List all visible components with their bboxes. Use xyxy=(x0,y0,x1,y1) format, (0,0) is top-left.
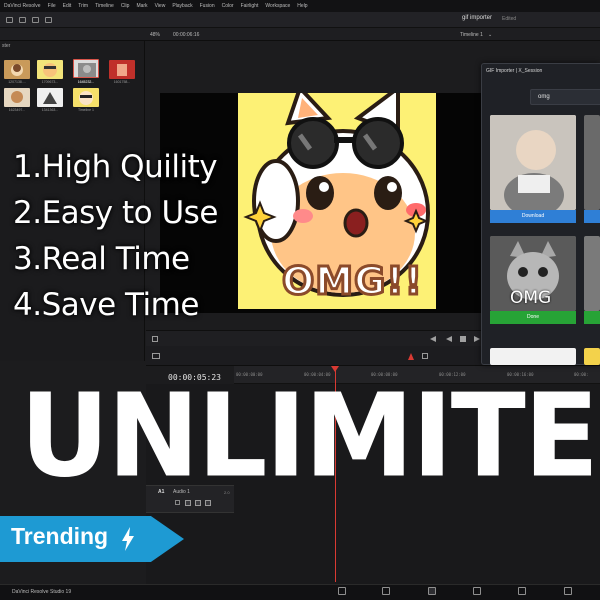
reverse-play-icon[interactable] xyxy=(446,336,452,342)
timeline-selector[interactable]: Timeline 1 xyxy=(460,32,483,38)
project-status: Edited xyxy=(502,16,517,22)
fusion-page-icon[interactable] xyxy=(473,587,481,595)
menu-fusion[interactable]: Fusion xyxy=(200,3,215,9)
gif-result-card[interactable]: OMG xyxy=(490,236,576,311)
color-page-icon[interactable] xyxy=(518,587,526,595)
chevron-down-icon[interactable]: ⌄ xyxy=(488,32,492,38)
fairlight-page-icon[interactable] xyxy=(564,587,572,595)
media-page-icon[interactable] xyxy=(338,587,346,595)
gif-result-card[interactable] xyxy=(584,115,600,210)
clip-label: Timeline 1 xyxy=(77,108,94,112)
gif-caption: OMG xyxy=(510,288,552,308)
headline-unlimited: UNLIMITED xyxy=(20,378,600,494)
jump-start-icon[interactable] xyxy=(430,336,436,342)
project-title: gif importer xyxy=(462,15,493,21)
thumbnail-image xyxy=(43,92,57,104)
app-version-label: DaVinci Resolve Studio 19 xyxy=(12,589,72,595)
page-navigation-bar xyxy=(0,584,600,600)
thumbnail-image xyxy=(11,91,23,103)
playhead-handle[interactable] xyxy=(331,366,339,372)
stop-icon[interactable] xyxy=(460,336,466,342)
menu-help[interactable]: Help xyxy=(297,3,307,9)
source-timecode: 00:00:06:16 xyxy=(173,32,200,38)
menu-bar: DaVinci Resolve File Edit Trim Timeline … xyxy=(0,0,600,12)
gif-result-card[interactable] xyxy=(584,236,600,311)
clip-label: 1645232... xyxy=(77,80,95,84)
done-button[interactable] xyxy=(584,311,600,324)
timeline-thumbnail[interactable] xyxy=(73,88,99,107)
zoom-level[interactable]: 48% xyxy=(150,32,160,38)
clip-label: 1709673... xyxy=(41,80,59,84)
thumbnail-image xyxy=(11,64,23,76)
clip-thumbnail[interactable] xyxy=(4,60,30,79)
thumbnail-image xyxy=(117,64,127,76)
edit-index-icon[interactable] xyxy=(32,16,39,23)
menu-trim[interactable]: Trim xyxy=(78,3,88,9)
clip-label: 1601758... xyxy=(113,80,131,84)
gif-result-card[interactable] xyxy=(490,115,576,210)
download-button[interactable] xyxy=(584,210,600,223)
clip-thumbnail[interactable] xyxy=(109,60,135,79)
ruler-label: 00:00:00:00 xyxy=(236,372,263,377)
download-button[interactable]: Download xyxy=(490,210,576,223)
media-pool-icon[interactable] xyxy=(6,16,13,23)
menu-fairlight[interactable]: Fairlight xyxy=(241,3,259,9)
solo-icon[interactable] xyxy=(195,500,201,506)
gif-preview-baby-image xyxy=(490,115,576,210)
clip-label: 1623497... xyxy=(8,108,26,112)
menu-file[interactable]: File xyxy=(48,3,56,9)
ruler-label: 00:00:16:00 xyxy=(507,372,534,377)
gif-result-card[interactable] xyxy=(584,348,600,365)
menu-playback[interactable]: Playback xyxy=(172,3,192,9)
menu-timeline[interactable]: Timeline xyxy=(95,3,114,9)
sound-library-icon[interactable] xyxy=(45,16,52,23)
lightning-icon xyxy=(122,527,134,551)
cut-page-icon[interactable] xyxy=(382,587,390,595)
ruler-label: 00:00:04:00 xyxy=(304,372,331,377)
thumbnail-image xyxy=(43,63,57,77)
gif-overlay-text: OMG!! xyxy=(281,258,424,305)
clip-thumbnail[interactable] xyxy=(4,88,30,107)
trim-tool-icon[interactable] xyxy=(422,353,428,359)
menu-color[interactable]: Color xyxy=(222,3,234,9)
clip-thumbnail-selected[interactable] xyxy=(73,59,99,78)
ruler-label: 00:00:12:00 xyxy=(439,372,466,377)
media-pool-header: ster xyxy=(2,43,11,49)
menu-mark[interactable]: Mark xyxy=(136,3,147,9)
feature-line: 1.High Quility xyxy=(13,149,218,185)
timeline-options-icon[interactable] xyxy=(152,353,160,359)
clip-label: 1341363... xyxy=(41,108,59,112)
gif-importer-title: GIF Importer | X_Session xyxy=(486,68,543,74)
thumbnail-image xyxy=(78,63,96,77)
done-button[interactable]: Done xyxy=(490,311,576,324)
menu-app[interactable]: DaVinci Resolve xyxy=(4,3,41,9)
menu-edit[interactable]: Edit xyxy=(63,3,72,9)
viewer-frame: OMG!! xyxy=(238,93,436,309)
effects-icon[interactable] xyxy=(19,16,26,23)
feature-line: 3.Real Time xyxy=(13,241,190,277)
edit-page-icon[interactable] xyxy=(428,587,436,595)
clip-thumbnail[interactable] xyxy=(37,60,63,79)
feature-line: 2.Easy to Use xyxy=(13,195,218,231)
trending-label: Trending xyxy=(11,523,109,549)
menu-clip[interactable]: Clip xyxy=(121,3,130,9)
viewer-header-bar: 48% 00:00:06:16 Timeline 1 ⌄ xyxy=(0,28,600,41)
thumbnail-image xyxy=(79,91,93,105)
gif-search-input[interactable] xyxy=(530,89,600,105)
gif-result-card[interactable] xyxy=(490,348,576,365)
feature-line: 4.Save Time xyxy=(13,287,199,323)
menu-workspace[interactable]: Workspace xyxy=(265,3,290,9)
clip-label: 1207138.... xyxy=(8,80,26,84)
selection-tool-icon[interactable] xyxy=(408,353,414,360)
clip-icon[interactable] xyxy=(152,336,158,342)
lock-track-icon[interactable] xyxy=(175,500,180,505)
play-icon[interactable] xyxy=(474,336,480,342)
ruler-label: 00:00:08:00 xyxy=(371,372,398,377)
ruler-label: 00:00: xyxy=(574,372,589,377)
record-arm-icon[interactable] xyxy=(185,500,191,506)
clip-thumbnail[interactable] xyxy=(37,88,63,107)
menu-view[interactable]: View xyxy=(155,3,166,9)
mute-icon[interactable] xyxy=(205,500,211,506)
